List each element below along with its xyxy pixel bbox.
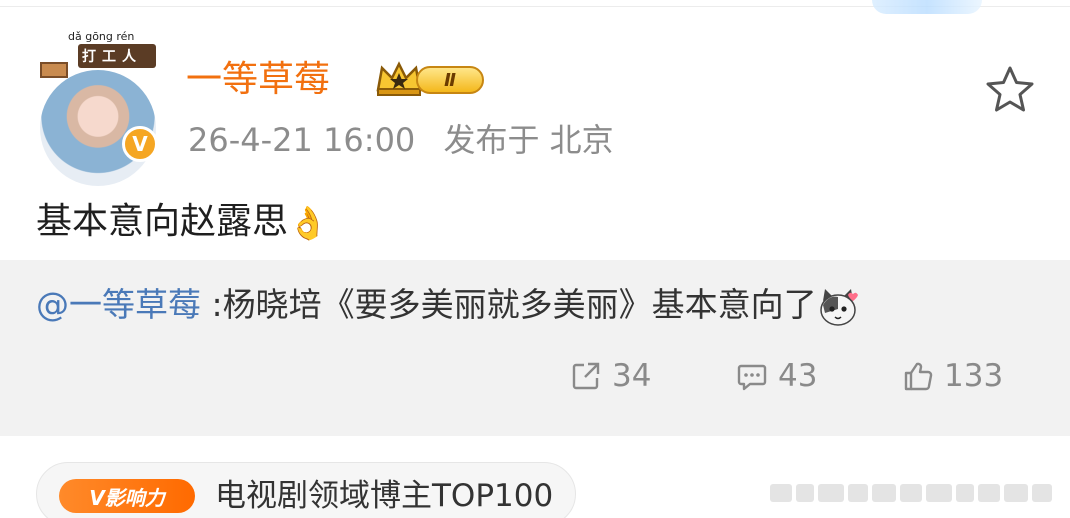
ok-hand-icon: 👌: [288, 204, 328, 242]
influence-tag[interactable]: V影响力 电视剧领域博主TOP100: [36, 462, 576, 518]
comment-icon: [737, 364, 767, 391]
quoted-mention[interactable]: @一等草莓: [36, 285, 201, 324]
comment-count: 43: [778, 358, 818, 394]
author-name[interactable]: 一等草莓: [186, 58, 330, 102]
vip-badge[interactable]: Ⅱ: [372, 60, 486, 98]
avatar-frame: dǎ gōng rén 打工人: [36, 30, 158, 78]
post-meta: 26-4-21 16:00 发布于 北京: [188, 118, 614, 162]
like-button[interactable]: 133: [902, 356, 1003, 396]
brick-icon: [40, 62, 68, 78]
avatar-frame-text: 打工人: [82, 49, 142, 65]
vip-level: Ⅱ: [416, 66, 484, 94]
quoted-content: :杨晓培《要多美丽就多美丽》基本意向了: [201, 285, 817, 324]
repost-icon: [572, 362, 600, 390]
post-location: 发布于 北京: [443, 121, 614, 159]
thumbs-up-icon: [904, 362, 933, 391]
influence-label: 电视剧领域博主TOP100: [215, 478, 554, 514]
avatar-frame-pinyin: dǎ gōng rén: [68, 30, 135, 43]
like-count: 133: [944, 358, 1004, 394]
post-text: 基本意向赵露思👌: [36, 196, 328, 249]
quoted-text: @一等草莓 :杨晓培《要多美丽就多美丽》基本意向了: [36, 282, 859, 328]
star-outline-icon[interactable]: [984, 64, 1036, 114]
repost-count: 34: [612, 358, 652, 394]
repost-button[interactable]: 34: [570, 356, 651, 396]
quoted-post[interactable]: @一等草莓 :杨晓培《要多美丽就多美丽》基本意向了 34 43 133: [0, 260, 1070, 436]
top-decoration: [872, 0, 982, 14]
watermark: [770, 482, 1060, 504]
comment-button[interactable]: 43: [736, 356, 817, 396]
influence-badge: V影响力: [59, 479, 195, 513]
verified-badge-icon: V: [122, 126, 158, 162]
avatar[interactable]: dǎ gōng rén 打工人 V: [36, 30, 166, 186]
post-timestamp: 26-4-21 16:00: [188, 121, 416, 159]
cat-face-icon: [819, 288, 858, 326]
post-text-content: 基本意向赵露思: [36, 201, 289, 242]
